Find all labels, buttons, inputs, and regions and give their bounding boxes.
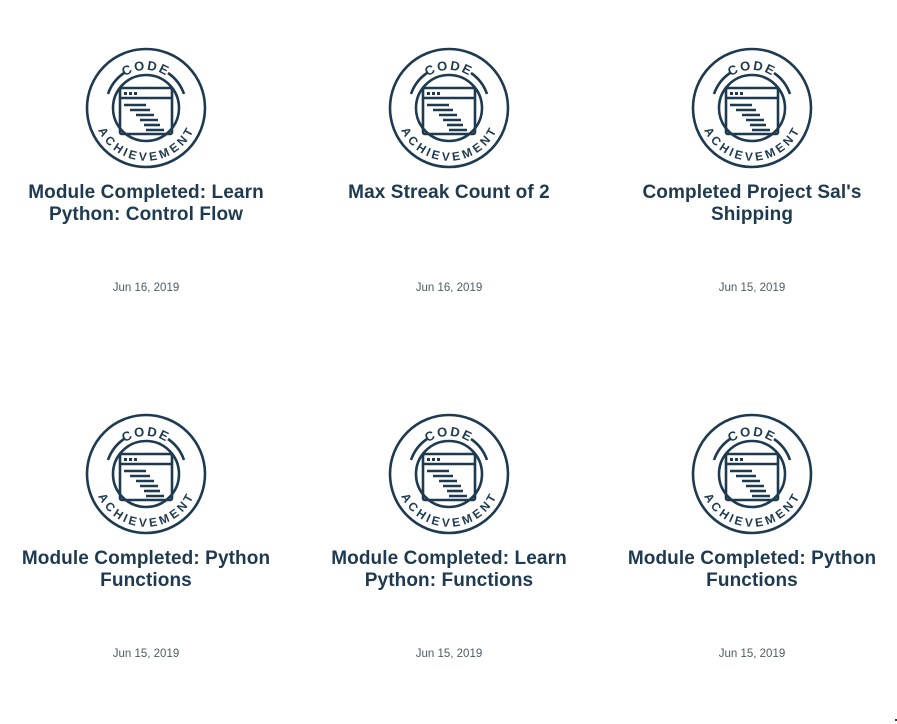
achievement-title: Module Completed: Python Functions — [627, 548, 877, 591]
achievement-title: Completed Project Sal's Shipping — [642, 182, 862, 225]
achievement-title: Module Completed: Python Functions — [21, 548, 271, 591]
code-achievement-badge-icon: CODE ACHIEVEMENT — [690, 412, 814, 536]
achievement-date: Jun 15, 2019 — [718, 648, 786, 660]
achievements-grid: CODE ACHIEVEMENT Module Completed: Learn … — [0, 0, 897, 724]
achievement-title: Max Streak Count of 2 — [348, 182, 550, 203]
achievement-card[interactable]: CODE ACHIEVEMENT Module Completed: Learn … — [6, 46, 286, 346]
achievement-card[interactable]: CODE ACHIEVEMENT Module Completed: Python… — [6, 412, 286, 712]
achievement-title: Module Completed: Learn Python: Function… — [331, 548, 567, 591]
achievement-date: Jun 15, 2019 — [415, 648, 483, 660]
achievement-title: Module Completed: Learn Python: Control … — [28, 182, 264, 225]
code-achievement-badge-icon: CODE ACHIEVEMENT — [387, 412, 511, 536]
code-achievement-badge-icon: CODE ACHIEVEMENT — [84, 412, 208, 536]
achievement-card[interactable]: CODE ACHIEVEMENT Completed Project Sal's … — [612, 46, 892, 346]
achievement-date: Jun 15, 2019 — [112, 648, 180, 660]
achievement-date: Jun 16, 2019 — [112, 282, 180, 294]
achievement-date: Jun 16, 2019 — [415, 282, 483, 294]
code-achievement-badge-icon: CODE ACHIEVEMENT — [690, 46, 814, 170]
achievement-date: Jun 15, 2019 — [718, 282, 786, 294]
achievement-card[interactable]: CODE ACHIEVEMENT Module Completed: Learn … — [309, 412, 589, 712]
code-achievement-badge-icon: CODE ACHIEVEMENT — [387, 46, 511, 170]
achievement-card[interactable]: CODE ACHIEVEMENT Max Streak Count of 2 Ju… — [309, 46, 589, 346]
achievement-card[interactable]: CODE ACHIEVEMENT Module Completed: Python… — [612, 412, 892, 712]
code-achievement-badge-icon: CODE ACHIEVEMENT — [84, 46, 208, 170]
